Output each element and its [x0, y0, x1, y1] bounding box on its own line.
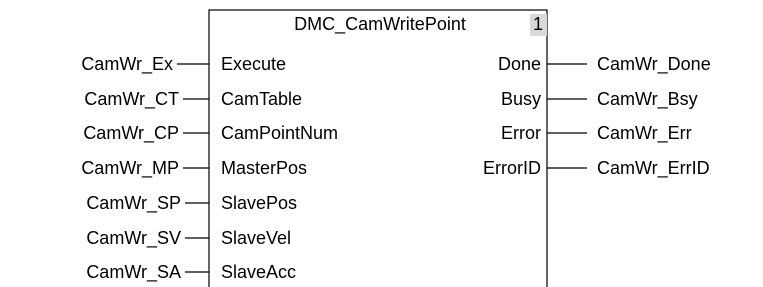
- output-pin-label: Busy: [501, 89, 541, 109]
- output-variable: CamWr_Bsy: [597, 89, 698, 110]
- input-pin-label: MasterPos: [221, 158, 307, 178]
- input-variable: CamWr_MP: [81, 158, 179, 179]
- instance-number: 1: [533, 14, 543, 34]
- output-variable: CamWr_Err: [597, 123, 692, 144]
- output-row: ErrorID CamWr_ErrID: [483, 158, 710, 179]
- output-pin-label: Error: [501, 123, 541, 143]
- input-row: CamWr_SA SlaveAcc: [86, 262, 296, 283]
- input-variable: CamWr_SA: [86, 262, 181, 283]
- input-row: CamWr_CT CamTable: [84, 89, 302, 110]
- input-row: CamWr_Ex Execute: [81, 54, 286, 75]
- output-row: Error CamWr_Err: [501, 123, 692, 144]
- output-pin-label: ErrorID: [483, 158, 541, 178]
- input-variable: CamWr_SV: [86, 228, 181, 249]
- block-title: DMC_CamWritePoint: [294, 14, 466, 35]
- input-pin-label: SlavePos: [221, 193, 297, 213]
- input-pin-label: CamPointNum: [221, 123, 338, 143]
- input-variable: CamWr_CT: [84, 89, 179, 110]
- input-row: CamWr_MP MasterPos: [81, 158, 307, 179]
- output-variable: CamWr_ErrID: [597, 158, 710, 179]
- input-pin-label: Execute: [221, 54, 286, 74]
- input-row: CamWr_SV SlaveVel: [86, 228, 291, 249]
- input-variable: CamWr_Ex: [81, 54, 173, 75]
- output-row: Busy CamWr_Bsy: [501, 89, 698, 110]
- input-variable: CamWr_SP: [86, 193, 181, 214]
- input-row: CamWr_SP SlavePos: [86, 193, 297, 214]
- input-pin-label: SlaveVel: [221, 228, 291, 248]
- input-pin-label: CamTable: [221, 89, 302, 109]
- input-pin-label: SlaveAcc: [221, 262, 296, 282]
- output-variable: CamWr_Done: [597, 54, 711, 75]
- function-block-diagram: DMC_CamWritePoint 1 CamWr_Ex Execute Cam…: [81, 9, 711, 287]
- input-variable: CamWr_CP: [83, 123, 179, 144]
- output-row: Done CamWr_Done: [498, 54, 711, 75]
- output-pin-label: Done: [498, 54, 541, 74]
